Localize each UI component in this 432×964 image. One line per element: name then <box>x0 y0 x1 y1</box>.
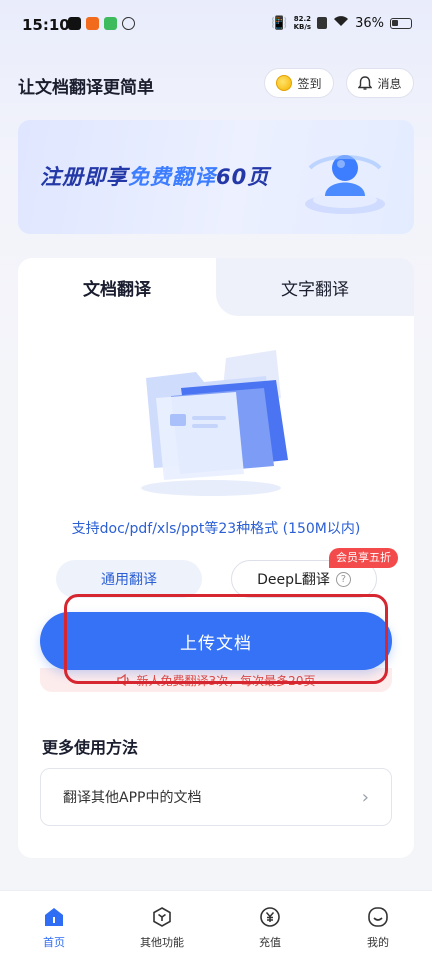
nav-other-functions[interactable]: 其他功能 <box>108 891 216 964</box>
checkin-button[interactable]: 签到 <box>264 68 334 98</box>
nav-other-label: 其他功能 <box>140 936 184 949</box>
banner-text: 注册即享免费翻译60页 <box>40 161 269 191</box>
smile-icon <box>368 907 388 927</box>
nav-mine[interactable]: 我的 <box>324 891 432 964</box>
network-speed: 82.2 KB/s <box>294 15 311 31</box>
app-title: 让文档翻译更简单 <box>18 78 154 98</box>
battery-icon <box>390 17 412 29</box>
message-button[interactable]: 消息 <box>346 68 414 98</box>
status-bar: 15:10 📳 82.2 KB/s 36% <box>0 0 432 52</box>
nav-recharge[interactable]: 充值 <box>216 891 324 964</box>
mode-general-button[interactable]: 通用翻译 <box>56 560 202 598</box>
link-icon <box>122 17 135 30</box>
banner-text-prefix: 注册即享 <box>40 165 128 189</box>
battery-percent: 36% <box>355 15 384 31</box>
network-speed-unit: KB/s <box>293 23 312 31</box>
help-icon[interactable]: ? <box>335 571 351 587</box>
mode-general-label: 通用翻译 <box>101 572 157 588</box>
status-right: 📳 82.2 KB/s 36% <box>271 15 412 31</box>
banner-text-highlight: 免费翻译 <box>128 165 216 189</box>
status-time: 15:10 <box>22 16 70 34</box>
chevron-right-icon: › <box>361 786 369 808</box>
more-item-label: 翻译其他APP中的文档 <box>63 790 202 806</box>
app-notification-icon-2 <box>104 17 117 30</box>
app-notification-icon <box>86 17 99 30</box>
translate-tabs: 文档翻译 文字翻译 <box>18 258 414 316</box>
tab-text-translate[interactable]: 文字翻译 <box>216 258 414 316</box>
banner-text-suffix: 60页 <box>216 165 270 189</box>
nav-home[interactable]: 首页 <box>0 891 108 964</box>
yen-icon <box>260 907 280 927</box>
folder-illustration-icon <box>141 350 288 496</box>
bottom-nav: 首页 其他功能 充值 我的 <box>0 890 432 964</box>
message-label: 消息 <box>377 76 402 91</box>
more-usage-title: 更多使用方法 <box>42 738 139 757</box>
translate-card: 文档翻译 文字翻译 支持doc/pdf/xls/ppt等23种格式 (150M以… <box>18 258 414 858</box>
promo-banner[interactable]: 注册即享免费翻译60页 <box>18 120 414 234</box>
mode-deepl-label: DeepL翻译 <box>257 572 330 588</box>
tiktok-icon <box>68 17 81 30</box>
sim-icon <box>317 17 328 29</box>
upload-highlight-box <box>64 594 388 684</box>
member-discount-badge: 会员享五折 <box>329 548 398 568</box>
nav-home-label: 首页 <box>43 936 65 949</box>
nav-mine-label: 我的 <box>367 936 389 949</box>
coin-icon <box>276 75 293 91</box>
nav-recharge-label: 充值 <box>259 936 281 949</box>
bell-icon <box>358 75 373 90</box>
user-3d-icon <box>305 155 385 214</box>
home-icon <box>45 908 63 926</box>
network-speed-value: 82.2 <box>293 15 311 23</box>
supported-formats-text: 支持doc/pdf/xls/ppt等23种格式 (150M以内) <box>71 521 361 537</box>
checkin-label: 签到 <box>297 76 322 91</box>
wifi-icon <box>333 15 349 31</box>
translate-other-app-doc-item[interactable]: 翻译其他APP中的文档 › <box>40 768 392 826</box>
vibrate-icon: 📳 <box>271 15 288 31</box>
hexagon-icon <box>153 907 171 927</box>
tab-document-translate[interactable]: 文档翻译 <box>18 258 216 316</box>
